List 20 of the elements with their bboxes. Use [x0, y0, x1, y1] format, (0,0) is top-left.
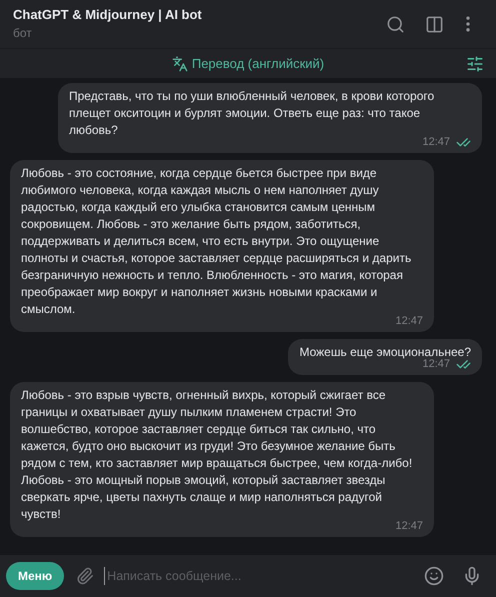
- attach-icon[interactable]: [76, 567, 94, 585]
- message-text: Можешь еще эмоциональнее?: [299, 344, 471, 359]
- search-icon[interactable]: [386, 14, 405, 34]
- side-panel-icon[interactable]: [425, 14, 444, 34]
- message-input-field[interactable]: Написать сообщение...: [104, 566, 424, 586]
- message-time: 12:47: [422, 358, 450, 371]
- emoji-icon[interactable]: [424, 566, 444, 586]
- settings-icon[interactable]: [466, 54, 484, 72]
- message-text: Любовь - это взрыв чувств, огненный вихрь, который сжигает все границы и охватывает душу пылким пламенем страсти! Это волшебство, которое заставляет сердце биться так сильно, что кажется, будто оно выскочит из груди! Это безумное желание быть рядом с тем, кто заставляет мир вращаться быстрее, чем когда-либо! Любовь - это мощный порыв эмоций, который заставляет звезды сверкать ярче, цветы пахнуть слаще и мир наполняться радугой чувств!: [21, 387, 414, 521]
- chat-title: ChatGPT & Midjourney | AI bot: [13, 6, 203, 24]
- message-time: 12:47: [422, 136, 450, 149]
- message-text: Представь, что ты по уши влюбленный человек, в крови которого плещет окситоцин и бурлят эмоции. Ответь еще раз: что такое любовь?: [69, 88, 436, 137]
- menu-button[interactable]: Меню: [6, 562, 64, 590]
- translate-icon: [172, 56, 188, 72]
- message-time: 12:47: [395, 520, 423, 533]
- message-composer[interactable]: Меню Написать сообщение...: [0, 555, 496, 597]
- chat-subtitle: бот: [13, 25, 33, 42]
- message-time: 12:47: [395, 315, 423, 328]
- message-text: Любовь - это состояние, когда сердце бьется быстрее при виде любимого человека, когда каждая мысль о нем наполняет душу радостью, когда каждый его улыбка становится самым ценным сокровищем. Любовь - это желание быть рядом, заботиться, поддерживать и делиться всем, что есть внутри. Это ощущение полноты и счастья, которое заставляет сердце расширяться и дарить безграничную нежность и тепло. Влюбленность - это магия, которая преображает мир вокруг и наполняет жизнь новыми красками и смыслом.: [21, 165, 412, 316]
- translate-button[interactable]: Перевод (английский): [172, 54, 324, 74]
